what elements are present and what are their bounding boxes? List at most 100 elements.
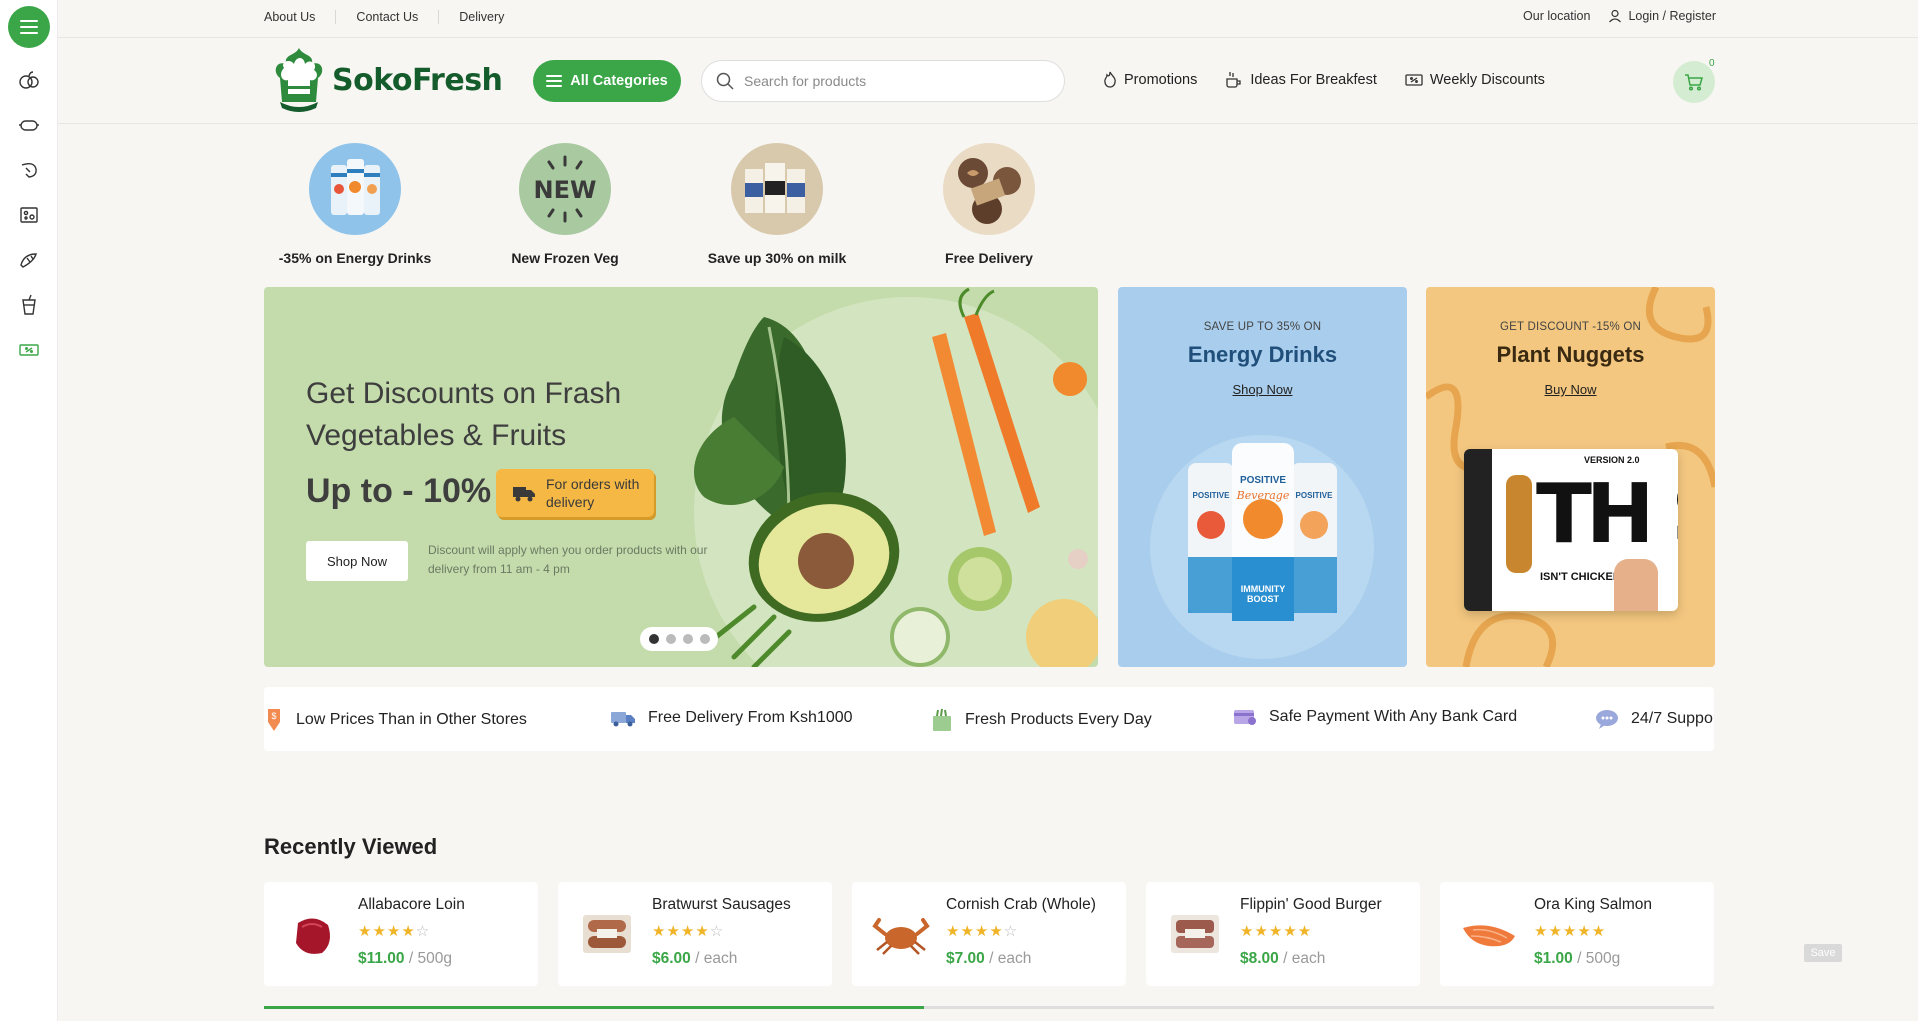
product-name[interactable]: Allabacore Loin — [358, 896, 465, 914]
price-value: $8.00 — [1240, 950, 1279, 967]
price-value: $11.00 — [358, 950, 405, 967]
weekly-discounts-label: Weekly Discounts — [1429, 71, 1545, 88]
energy-cans-image — [1150, 435, 1374, 659]
can-brand-right: POSITIVE — [1295, 491, 1333, 500]
can-brand-left: POSITIVE — [1192, 491, 1230, 500]
category-energy-drinks[interactable]: -35% on Energy Drinks — [260, 143, 450, 266]
promo-energy-drinks[interactable]: SAVE UP TO 35% ON Energy Drinks Shop Now… — [1118, 287, 1407, 667]
user-icon — [1609, 9, 1622, 23]
category-new-frozen-veg[interactable]: NEW New Frozen Veg — [470, 143, 660, 266]
carousel-dot[interactable] — [648, 634, 659, 644]
search-bar — [701, 60, 1065, 102]
all-categories-label: All Categories — [570, 73, 668, 89]
hamburger-icon — [546, 75, 563, 87]
product-card[interactable]: Allabacore Loin ★★★★☆ $11.00 / 500g — [264, 882, 538, 986]
salmon-fillet-image — [1454, 902, 1524, 966]
login-register-link[interactable]: Login / Register — [1608, 9, 1716, 23]
product-name[interactable]: Flippin' Good Burger — [1240, 896, 1382, 914]
product-name[interactable]: Bratwurst Sausages — [652, 896, 791, 914]
category-label: Free Delivery — [945, 250, 1033, 266]
carousel-dot[interactable] — [665, 634, 676, 644]
rating-stars: ★★★★☆ — [946, 923, 1019, 940]
product-price: $7.00 / each — [946, 950, 1031, 968]
feature-free-delivery: Free Delivery From Ksh1000 — [610, 708, 853, 728]
price-unit: / each — [695, 950, 738, 967]
carousel-dot[interactable] — [682, 634, 693, 644]
croissant-icon[interactable] — [17, 248, 41, 272]
shrimp-icon[interactable] — [17, 158, 41, 182]
sokofresh-logo[interactable]: SokoFresh — [270, 46, 503, 114]
hero-banner: Get Discounts on Frash Vegetables & Frui… — [264, 287, 1098, 667]
contact-us-link[interactable]: Contact Us — [336, 10, 440, 24]
feature-safe-payment: Safe Payment With Any Bank Card — [1233, 708, 1517, 726]
can-brand-center: POSITIVE — [1239, 475, 1287, 486]
category-free-delivery[interactable]: Free Delivery — [894, 143, 1084, 266]
ideas-for-breakfast-label: Ideas For Breakfest — [1250, 71, 1377, 88]
search-input[interactable] — [744, 73, 1044, 89]
energy-drinks-image — [309, 143, 401, 235]
save-button[interactable]: Save — [1804, 944, 1842, 962]
drink-icon[interactable] — [17, 293, 41, 317]
carousel-progress-bar[interactable] — [264, 1006, 1714, 1009]
product-price: $1.00 / 500g — [1534, 950, 1620, 968]
product-card[interactable]: Ora King Salmon ★★★★★ $1.00 / 500g — [1440, 882, 1714, 986]
tuna-loin-image — [278, 902, 348, 966]
cart-count: 0 — [1709, 58, 1715, 69]
product-name[interactable]: Ora King Salmon — [1534, 896, 1652, 914]
product-card[interactable]: Flippin' Good Burger ★★★★★ $8.00 / each — [1146, 882, 1420, 986]
new-badge-image: NEW — [519, 143, 611, 235]
burger-pack-image — [1160, 902, 1230, 966]
feature-label: Free Delivery From Ksh1000 — [648, 709, 853, 726]
top-bar: About Us Contact Us Delivery Our locatio… — [58, 0, 1918, 38]
discount-ticket-icon[interactable] — [17, 338, 41, 362]
grocery-bag-icon — [933, 708, 951, 731]
price-unit: / each — [1283, 950, 1326, 967]
product-card[interactable]: Bratwurst Sausages ★★★★☆ $6.00 / each — [558, 882, 832, 986]
about-us-link[interactable]: About Us — [264, 10, 337, 24]
weekly-discounts-link[interactable]: Weekly Discounts — [1405, 71, 1545, 88]
feature-label: Fresh Products Every Day — [965, 711, 1152, 728]
feature-support: 24/7 Support — [1595, 708, 1714, 730]
promo-plant-nuggets[interactable]: GET DISCOUNT -15% ON Plant Nuggets Buy N… — [1426, 287, 1715, 667]
main-header: SokoFresh All Categories Promotions Idea… — [58, 38, 1918, 124]
banner-title: Get Discounts on Frash Vegetables & Frui… — [306, 377, 622, 452]
category-milk[interactable]: Save up 30% on milk — [682, 143, 872, 266]
banner-shop-now-button[interactable]: Shop Now — [306, 541, 408, 581]
fruits-icon[interactable] — [17, 68, 41, 92]
top-links: About Us Contact Us Delivery — [264, 10, 524, 24]
discount-ticket-icon — [1405, 73, 1423, 86]
menu-icon[interactable] — [8, 6, 50, 48]
milk-cartons-image — [731, 143, 823, 235]
rating-stars: ★★★★★ — [1534, 923, 1607, 940]
banner-note: Discount will apply when you order produ… — [428, 543, 708, 576]
ideas-for-breakfast-link[interactable]: Ideas For Breakfest — [1225, 71, 1377, 88]
package-subtitle: ISN'T CHICKEN — [1540, 571, 1621, 583]
delivery-link[interactable]: Delivery — [439, 10, 524, 24]
truck-icon — [611, 712, 635, 727]
banner-discount: Up to - 10% — [306, 472, 492, 510]
product-card[interactable]: Cornish Crab (Whole) ★★★★☆ $7.00 / each — [852, 882, 1126, 986]
all-categories-button[interactable]: All Categories — [533, 60, 681, 102]
search-icon — [716, 72, 734, 90]
product-price: $8.00 / each — [1240, 950, 1325, 968]
cheese-icon[interactable] — [17, 203, 41, 227]
promo-shop-now-link[interactable]: Shop Now — [1233, 382, 1293, 397]
carousel-progress-fill — [264, 1006, 924, 1009]
our-location-link[interactable]: Our location — [1523, 9, 1590, 23]
promotions-link[interactable]: Promotions — [1103, 71, 1197, 88]
can-tag: IMMUNITY BOOST — [1240, 584, 1286, 604]
flame-icon — [1104, 71, 1116, 88]
breakfast-icon — [1226, 72, 1241, 88]
carousel-dot[interactable] — [699, 634, 710, 644]
promo-buy-now-link[interactable]: Buy Now — [1544, 382, 1596, 397]
truck-icon — [513, 487, 535, 502]
promo-kicker: SAVE UP TO 35% ON — [1203, 321, 1322, 333]
category-label: New Frozen Veg — [511, 250, 619, 266]
rating-stars: ★★★★☆ — [652, 923, 725, 940]
product-name[interactable]: Cornish Crab (Whole) — [946, 896, 1096, 914]
feature-label: Safe Payment With Any Bank Card — [1269, 708, 1518, 725]
sausage-pack-image — [572, 902, 642, 966]
logo-wordmark: SokoFresh — [332, 62, 503, 98]
sausage-icon[interactable] — [17, 113, 41, 137]
price-tag-icon: $ — [268, 709, 280, 731]
